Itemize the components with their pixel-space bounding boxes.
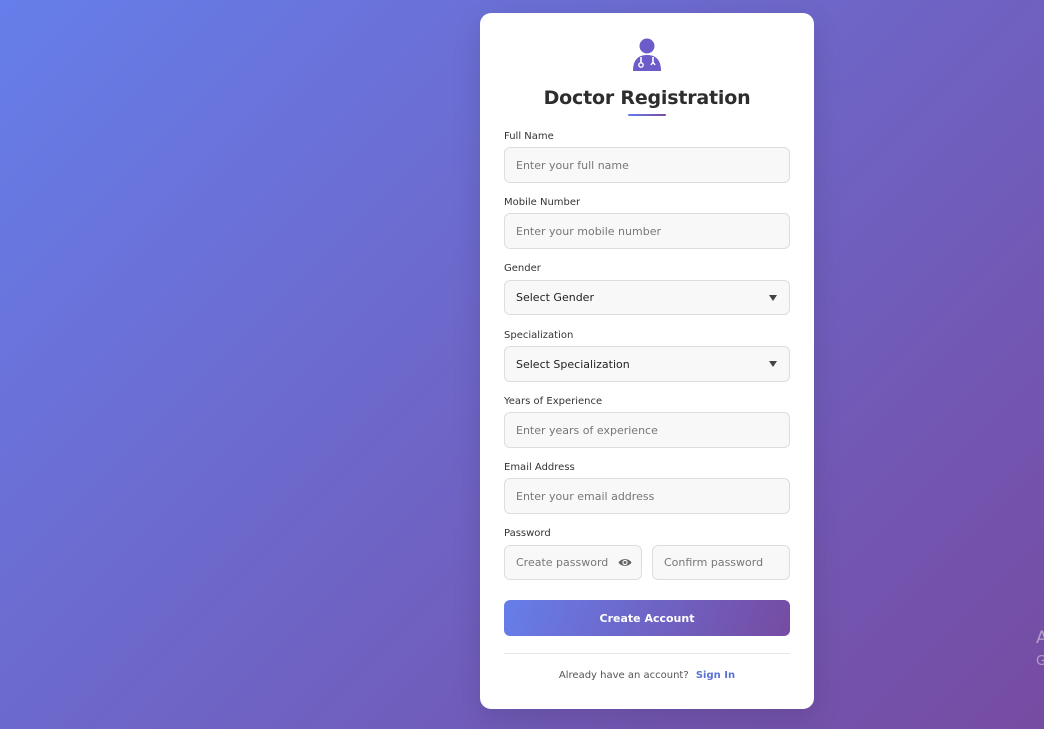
page-title: Doctor Registration	[543, 87, 751, 109]
divider	[504, 653, 790, 654]
background-edge-text-1: A	[1036, 628, 1044, 648]
title-underline	[628, 114, 666, 116]
confirm-password-placeholder: Confirm password	[664, 556, 764, 569]
background-edge-text-2: G	[1036, 654, 1044, 669]
create-password-input[interactable]: Create password	[504, 545, 642, 580]
mobile-input[interactable]: Enter your mobile number	[504, 213, 790, 249]
registration-card: Doctor Registration Full Name Enter your…	[480, 13, 814, 709]
chevron-down-icon	[769, 361, 777, 367]
experience-placeholder: Enter years of experience	[516, 423, 658, 437]
full-name-label: Full Name	[504, 131, 554, 142]
experience-input[interactable]: Enter years of experience	[504, 412, 790, 448]
sign-in-link[interactable]: Sign In	[696, 670, 735, 681]
password-label: Password	[504, 528, 551, 539]
create-account-button[interactable]: Create Account	[504, 600, 790, 636]
confirm-password-input[interactable]: Confirm password	[652, 545, 790, 580]
doctor-icon	[633, 38, 661, 71]
experience-label: Years of Experience	[504, 396, 603, 407]
email-input[interactable]: Enter your email address	[504, 478, 790, 514]
full-name-input[interactable]: Enter your full name	[504, 147, 790, 183]
email-placeholder: Enter your email address	[516, 489, 655, 503]
full-name-placeholder: Enter your full name	[516, 158, 629, 172]
signin-prompt: Already have an account? Sign In	[480, 670, 814, 681]
mobile-label: Mobile Number	[504, 197, 581, 208]
gender-selected-value: Select Gender	[516, 291, 594, 304]
eye-icon[interactable]	[618, 557, 632, 568]
gender-select[interactable]: Select Gender	[504, 280, 790, 315]
specialization-selected-value: Select Specialization	[516, 357, 630, 371]
specialization-select[interactable]: Select Specialization	[504, 346, 790, 382]
gender-label: Gender	[504, 263, 541, 274]
create-password-placeholder: Create password	[516, 556, 609, 569]
mobile-placeholder: Enter your mobile number	[516, 224, 661, 238]
specialization-label: Specialization	[504, 330, 574, 341]
signin-prompt-text: Already have an account?	[558, 670, 689, 681]
email-label: Email Address	[504, 462, 575, 473]
chevron-down-icon	[769, 295, 777, 301]
